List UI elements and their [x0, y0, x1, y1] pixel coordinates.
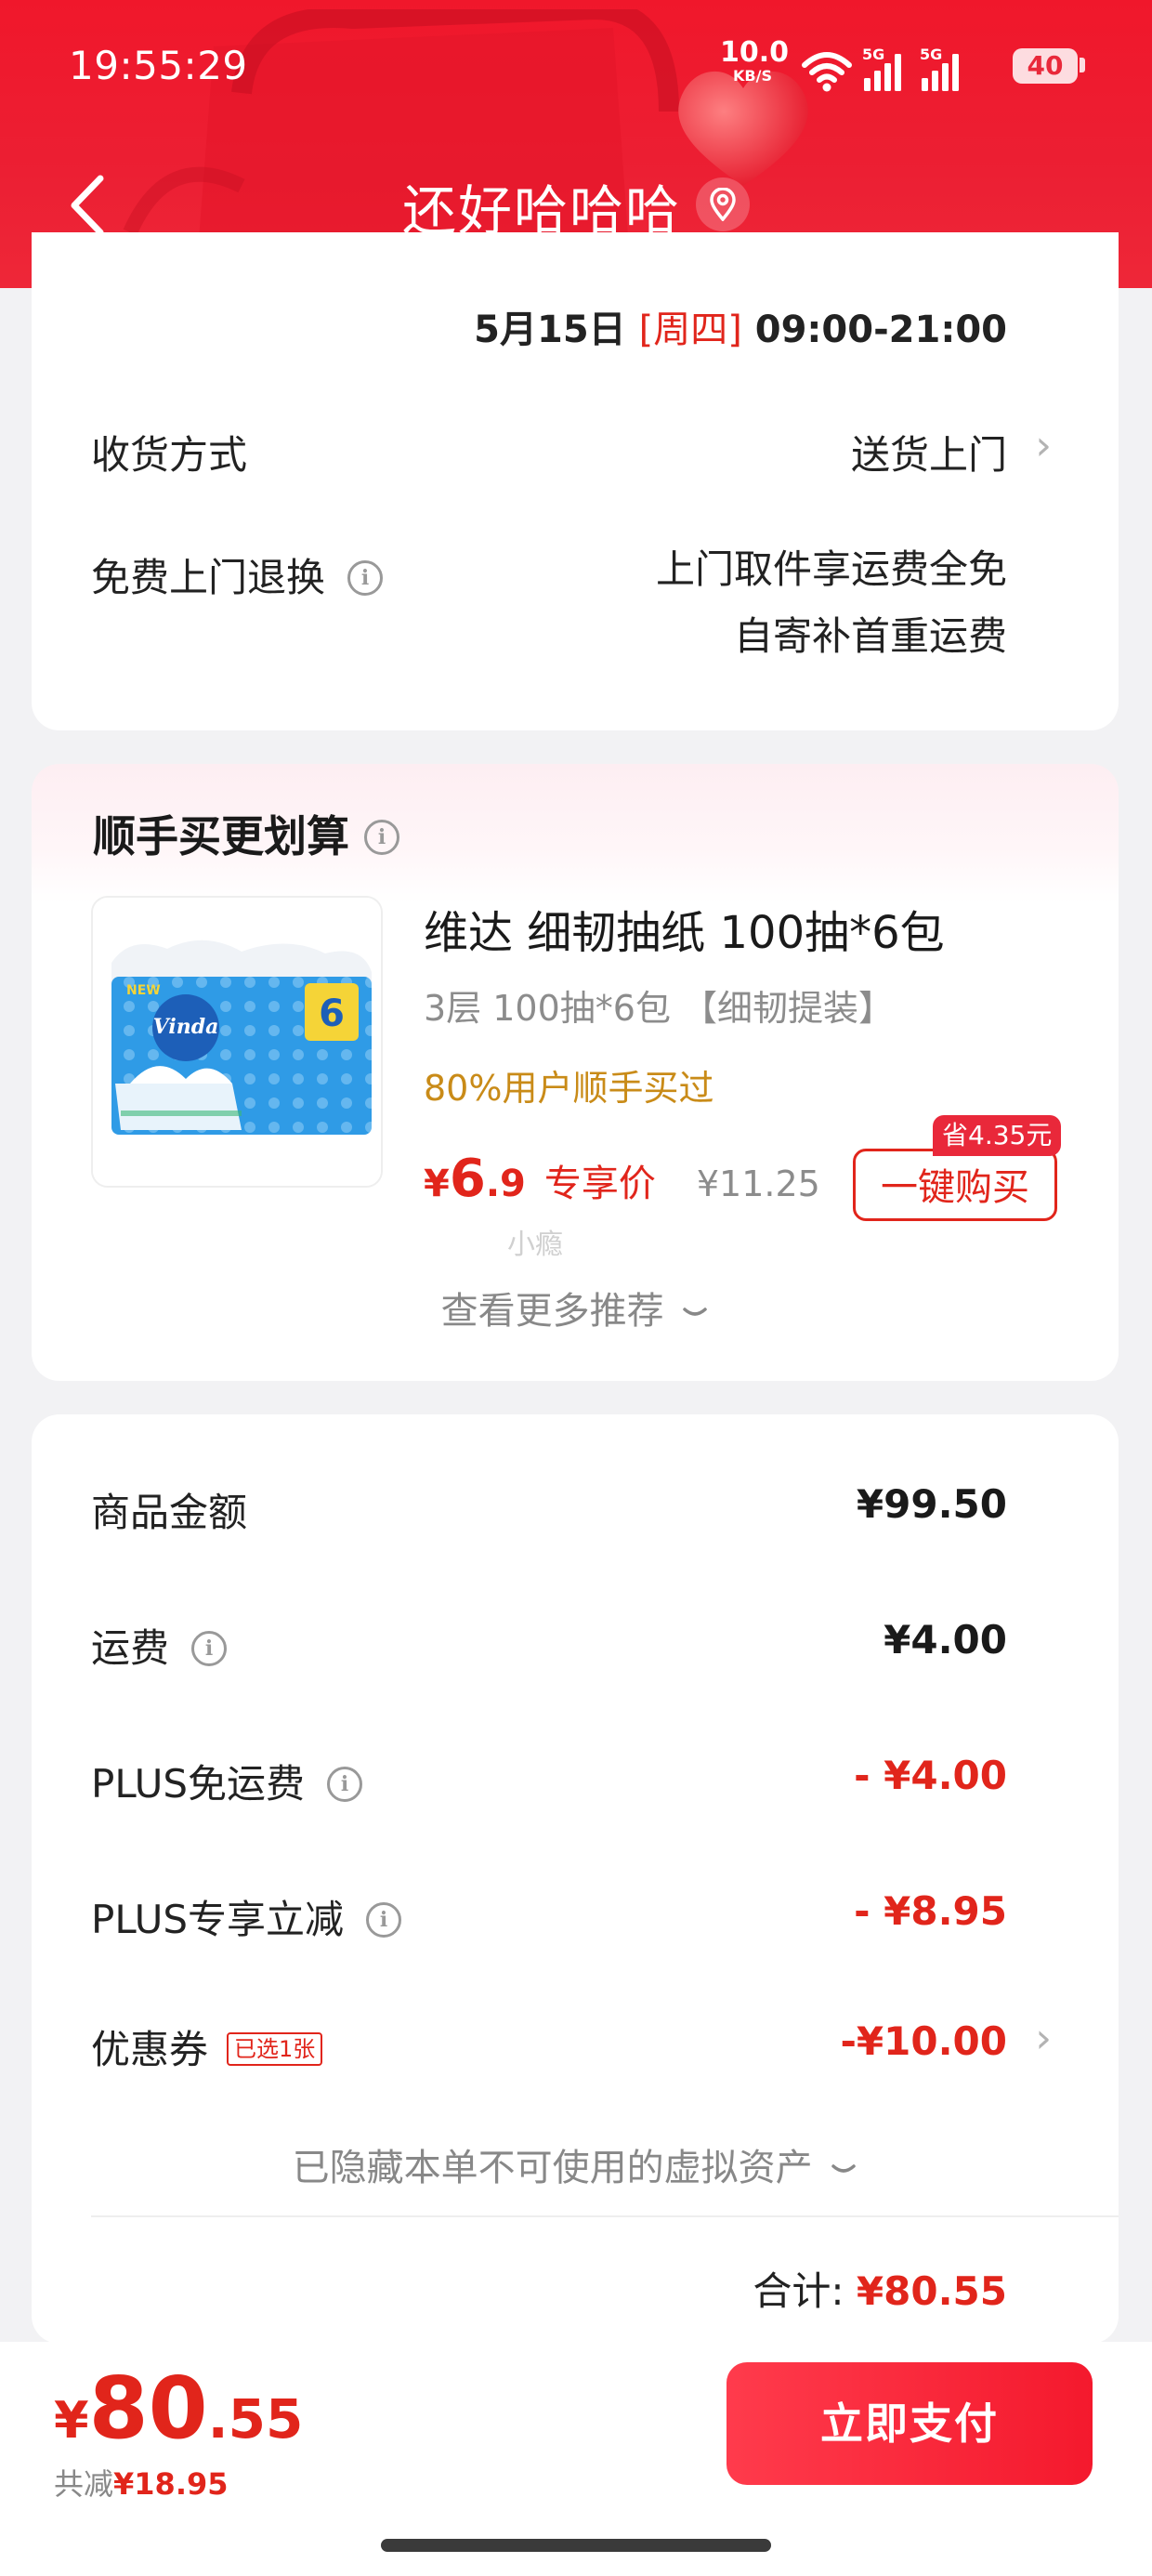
network-speed: 10.0 KB/S	[720, 36, 790, 85]
product-name[interactable]: 维达 细韧抽纸 100抽*6包	[424, 896, 945, 961]
watermark: 小瘾	[507, 1229, 563, 1261]
plus-discount-value: - ¥8.95	[854, 1888, 1007, 1934]
svg-text:5G: 5G	[920, 46, 942, 63]
free-return-value: 上门取件享运费全免 自寄补首重运费	[655, 546, 1007, 659]
delivery-method-label: 收货方式	[91, 432, 248, 478]
shipping-fee-value: ¥4.00	[884, 1617, 1007, 1663]
svg-text:5G: 5G	[862, 46, 884, 63]
location-pin-icon[interactable]	[696, 177, 750, 231]
info-icon[interactable]: i	[327, 1766, 363, 1802]
delivery-card: 5月15日 [周四] 09:00-21:00 收货方式 送货上门 › 免费上门退…	[32, 232, 1119, 730]
coupon-label: 优惠券 已选1张	[91, 2018, 323, 2075]
svg-text:Vinda: Vinda	[153, 1015, 219, 1039]
svg-text:NEW: NEW	[126, 983, 161, 998]
payable-amount: ¥80.55	[54, 2359, 304, 2458]
chevron-right-icon[interactable]: ›	[1035, 2015, 1052, 2062]
plus-free-shipping-value: - ¥4.00	[854, 1753, 1007, 1798]
svg-text:6: 6	[319, 992, 345, 1035]
plus-free-shipping-label: PLUS免运费 i	[91, 1753, 363, 1809]
coupon-selected-badge: 已选1张	[227, 2031, 323, 2066]
coupon-value[interactable]: -¥10.00	[840, 2018, 1007, 2064]
price-tag: 专享价	[543, 1163, 656, 1205]
goods-amount-label: 商品金额	[91, 1490, 248, 1535]
social-proof: 80%用户顺手买过	[424, 1068, 714, 1109]
info-icon[interactable]: i	[366, 1901, 402, 1938]
shipping-fee-label: 运费 i	[91, 1617, 228, 1674]
battery-tip	[1080, 58, 1085, 72]
plus-discount-label: PLUS专享立减 i	[91, 1888, 402, 1945]
order-total: 合计: ¥80.55	[753, 2268, 1007, 2314]
info-icon[interactable]: i	[191, 1630, 228, 1666]
chevron-down-icon	[831, 2164, 857, 2173]
promo-price: ¥6.9	[424, 1149, 526, 1209]
price-row: ¥6.9 专享价 ¥11.25	[424, 1149, 820, 1214]
delivery-method-value[interactable]: 送货上门	[851, 424, 1007, 480]
home-indicator[interactable]	[381, 2539, 771, 2552]
product-image[interactable]: Vinda 6 NEW	[91, 896, 383, 1188]
info-icon[interactable]: i	[347, 559, 384, 596]
recommend-card: 顺手买更划算 i Vinda 6 NEW 维达 细韧抽纸 100抽*6包 3层 1…	[32, 764, 1119, 1381]
more-recommendations-link[interactable]: 查看更多推荐	[32, 1281, 1119, 1334]
battery-icon: 40	[1013, 48, 1078, 84]
status-bar: 19:55:29 10.0 KB/S 5G 5G 40	[0, 37, 1152, 102]
hidden-assets-toggle[interactable]: 已隐藏本单不可使用的虚拟资产	[32, 2137, 1119, 2191]
section-title: 顺手买更划算 i	[93, 803, 399, 864]
info-icon[interactable]: i	[364, 819, 399, 855]
wifi-icon	[802, 52, 852, 83]
status-time: 19:55:29	[69, 43, 248, 88]
chevron-down-icon	[683, 1308, 708, 1316]
original-price: ¥11.25	[696, 1163, 820, 1204]
save-badge: 省4.35元	[933, 1115, 1062, 1156]
chevron-right-icon[interactable]: ›	[1035, 422, 1052, 469]
goods-amount-value: ¥99.50	[856, 1481, 1007, 1527]
pay-now-button[interactable]: 立即支付	[727, 2362, 1093, 2485]
delivery-time: 5月15日 [周四] 09:00-21:00	[474, 309, 1007, 351]
one-click-buy-button[interactable]: 一键购买	[853, 1149, 1057, 1221]
product-spec: 3层 100抽*6包 【细韧提装】	[424, 988, 895, 1029]
total-saved: 共减¥18.95	[54, 2466, 229, 2502]
divider	[91, 2215, 1119, 2217]
status-icons: 5G 5G	[797, 41, 1006, 100]
fees-card: 商品金额 ¥99.50 运费 i ¥4.00 PLUS免运费 i - ¥4.00 P…	[32, 1414, 1119, 2344]
checkout-bar: ¥80.55 共减¥18.95 立即支付	[0, 2342, 1152, 2576]
free-return-label: 免费上门退换 i	[91, 546, 384, 603]
